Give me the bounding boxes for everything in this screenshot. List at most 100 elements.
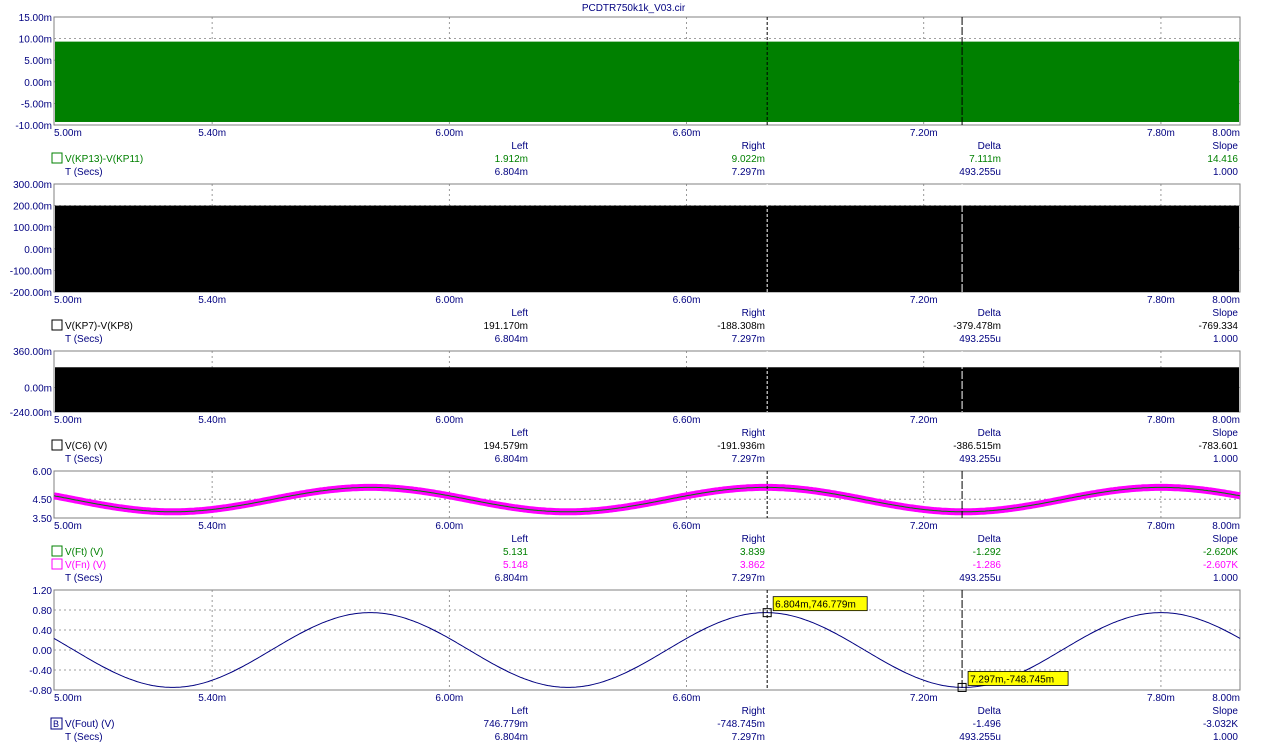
time-readout-slope: 1.000 [1213,732,1238,743]
x-tick-label: 8.00m [1212,415,1240,426]
x-tick-label: 8.00m [1212,521,1240,532]
series-name: V(Fn) (V) [65,560,106,571]
time-readout-slope: 1.000 [1213,334,1238,345]
x-tick-label: 5.40m [198,128,226,139]
readout-left: 5.131 [503,547,528,558]
readout-slope: -769.334 [1199,321,1239,332]
x-tick-label: 6.60m [673,295,701,306]
time-row-label: T (Secs) [65,167,103,178]
time-readout-delta: 493.255u [959,167,1001,178]
y-tick-label: 3.50 [33,514,53,525]
time-row-label: T (Secs) [65,573,103,584]
y-tick-label: 0.80 [33,606,53,617]
time-readout-left: 6.804m [495,732,528,743]
x-tick-label: 7.20m [910,128,938,139]
x-tick-label: 5.00m [54,693,82,704]
legend-marker-label: B [53,719,59,729]
series-name: V(Ft) (V) [65,547,103,558]
y-tick-label: -200.00m [10,288,52,299]
y-tick-label: 1.20 [33,586,53,597]
y-tick-label: -0.40 [29,666,52,677]
x-tick-label: 8.00m [1212,128,1240,139]
time-readout-delta: 493.255u [959,454,1001,465]
y-tick-label: 200.00m [13,202,52,213]
x-tick-label: 5.40m [198,693,226,704]
cursor-value-label: 7.297m,-748.745m [970,674,1054,685]
x-tick-label: 6.60m [673,521,701,532]
time-readout-right: 7.297m [732,454,765,465]
y-tick-label: -10.00m [15,121,52,132]
plot-panel-2: 300.00m 200.00m 100.00m 0.00m -100.00m -200.0… [10,180,1241,345]
plot-panel-5: 1.20 0.80 0.40 0.00 -0.40 -0.805.00m 5.40m 6.00… [29,586,1241,743]
y-tick-label: 0.00 [33,646,53,657]
y-tick-label: -100.00m [10,266,52,277]
time-readout-left: 6.804m [495,167,528,178]
readout-header-right: Right [742,534,766,545]
readout-header-right: Right [742,308,766,319]
series-band [55,205,1239,292]
readout-delta: -1.292 [973,547,1002,558]
y-tick-label: 300.00m [13,180,52,191]
x-tick-label: 6.00m [435,128,463,139]
readout-right: -191.936m [717,441,765,452]
readout-delta: -1.496 [973,719,1002,730]
readout-header-delta: Delta [978,706,1002,717]
time-readout-right: 7.297m [732,573,765,584]
readout-header-delta: Delta [978,534,1002,545]
readout-slope: 14.416 [1207,154,1238,165]
readout-right: 3.862 [740,560,765,571]
y-tick-label: -240.00m [10,408,52,419]
x-tick-label: 7.80m [1147,521,1175,532]
y-tick-label: -5.00m [21,99,52,110]
y-tick-label: 360.00m [13,347,52,358]
readout-delta: 7.111m [969,154,1001,165]
readout-right: 9.022m [732,154,765,165]
legend-marker [51,545,63,557]
time-readout-slope: 1.000 [1213,454,1238,465]
legend-marker [51,558,63,570]
x-tick-label: 5.40m [198,415,226,426]
series-name: V(KP13)-V(KP11) [65,154,143,165]
y-tick-label: 0.00m [24,384,52,395]
plot-panel-1: 15.00m10.00m5.00m0.00m-5.00m-10.00m5.00m… [15,13,1241,178]
y-tick-label: 10.00m [19,35,52,46]
y-tick-label: 0.00m [24,245,52,256]
readout-header-delta: Delta [978,308,1002,319]
readout-header-slope: Slope [1212,428,1238,439]
time-readout-left: 6.804m [495,573,528,584]
x-tick-label: 7.20m [910,521,938,532]
x-tick-label: 6.00m [435,521,463,532]
readout-slope: -3.032K [1203,719,1238,730]
x-tick-label: 5.00m [54,521,82,532]
time-row-label: T (Secs) [65,732,103,743]
readout-delta: -379.478m [953,321,1001,332]
series-name: V(C6) (V) [65,441,107,452]
plot-panel-4: 6.00 4.50 3.505.00m 5.40m 6.00m 6.60m 7.20m 7.8… [33,467,1241,584]
readout-header-slope: Slope [1212,706,1238,717]
readout-delta: -1.286 [973,560,1002,571]
x-tick-label: 6.00m [435,295,463,306]
readout-slope: -2.620K [1203,547,1238,558]
x-tick-label: 7.80m [1147,128,1175,139]
time-readout-left: 6.804m [495,454,528,465]
readout-left: 191.170m [484,321,528,332]
readout-right: 3.839 [740,547,765,558]
series-name: V(Fout) (V) [65,719,114,730]
readout-right: -188.308m [717,321,765,332]
cursor-value-label: 6.804m,746.779m [775,600,856,611]
x-tick-label: 7.20m [910,295,938,306]
readout-header-slope: Slope [1212,534,1238,545]
x-tick-label: 5.00m [54,128,82,139]
time-readout-delta: 493.255u [959,732,1001,743]
legend-marker [51,152,63,164]
x-tick-label: 5.40m [198,295,226,306]
time-readout-delta: 493.255u [959,573,1001,584]
readout-header-left: Left [511,534,528,545]
readout-delta: -386.515m [953,441,1001,452]
readout-left: 1.912m [495,154,528,165]
readout-header-delta: Delta [978,141,1002,152]
x-tick-label: 6.00m [435,693,463,704]
readout-left: 194.579m [484,441,528,452]
x-tick-label: 8.00m [1212,693,1240,704]
readout-left: 5.148 [503,560,528,571]
